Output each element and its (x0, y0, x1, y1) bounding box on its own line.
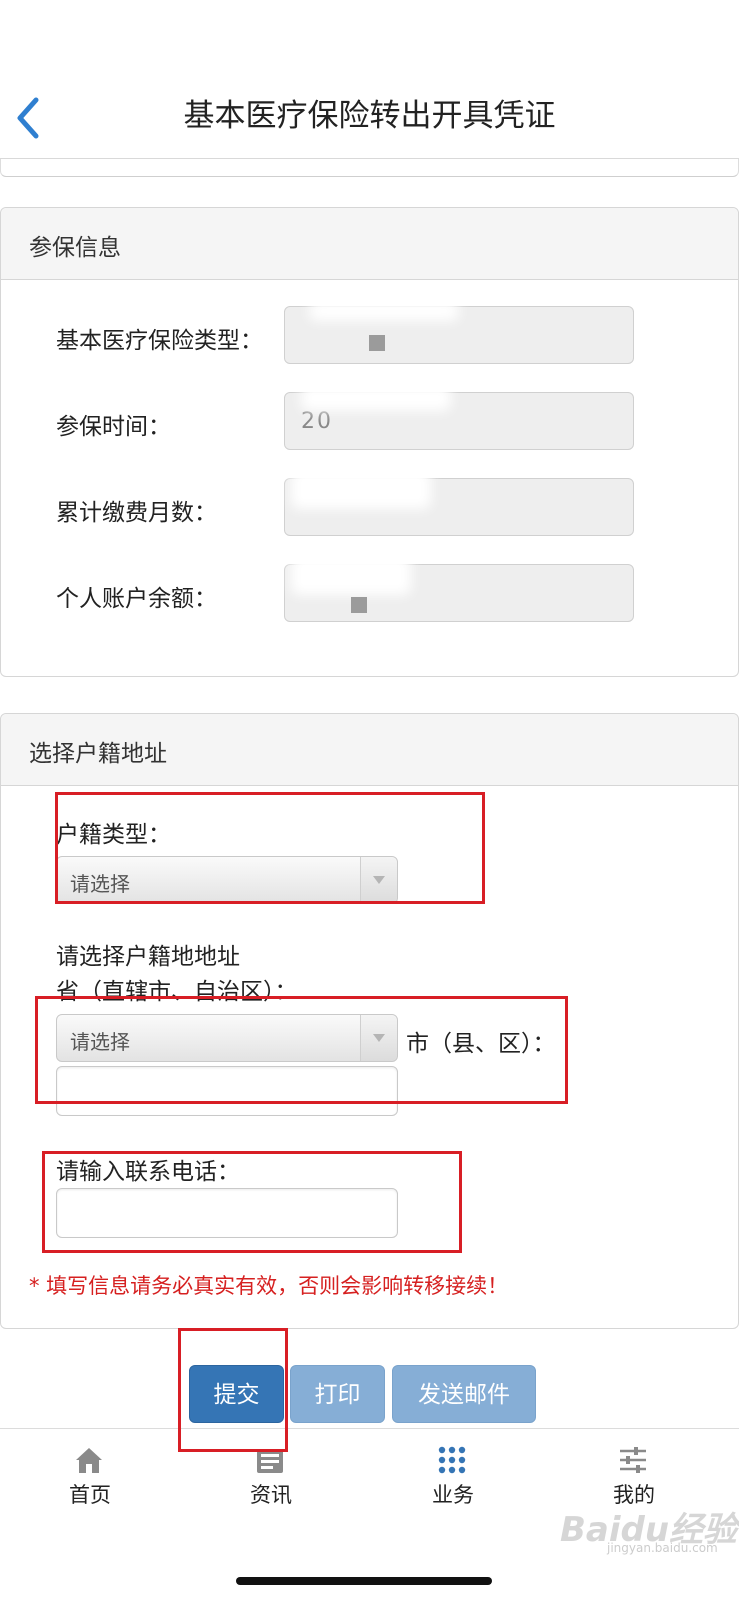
insurance-info-header: 参保信息 (1, 208, 738, 280)
enrollment-time-field: 20 (284, 385, 634, 450)
account-balance-field (284, 555, 634, 622)
tab-business[interactable]: 业务 (383, 1429, 523, 1529)
enrollment-time-value: 20 (301, 409, 333, 434)
insurance-info-title: 参保信息 (29, 235, 121, 261)
tab-news-label: 资讯 (250, 1483, 292, 1507)
insurance-type-label: 基本医疗保险类型： (56, 328, 263, 354)
tab-home-label: 首页 (69, 1483, 111, 1507)
tab-home[interactable]: 首页 (20, 1429, 160, 1529)
highlight-box-hukou-type (55, 792, 485, 904)
settings-sliders-icon (620, 1447, 646, 1473)
home-icon (76, 1448, 102, 1473)
highlight-box-phone (42, 1151, 462, 1253)
insurance-info-card: 参保信息 基本医疗保险类型： 参保时间： 20 累计缴费月数： 个人账户余额： (0, 207, 739, 677)
print-button[interactable]: 打印 (290, 1365, 385, 1423)
warning-text: * 填写信息请务必真实有效，否则会影响转移接续！ (29, 1274, 509, 1298)
hukou-address-header: 选择户籍地址 (1, 714, 738, 786)
hukou-address-title: 选择户籍地址 (29, 741, 167, 767)
send-email-button[interactable]: 发送邮件 (392, 1365, 536, 1423)
address-prompt-label: 请选择户籍地地址 (56, 944, 240, 970)
tab-business-label: 业务 (432, 1483, 474, 1507)
nav-header: 基本医疗保险转出开具凭证 (0, 0, 739, 159)
account-balance-label: 个人账户余额： (56, 586, 217, 612)
grid-icon (438, 1446, 466, 1474)
home-indicator (236, 1577, 492, 1585)
enrollment-time-label: 参保时间： (56, 414, 171, 440)
contribution-months-label: 累计缴费月数： (56, 500, 217, 526)
page-title: 基本医疗保险转出开具凭证 (183, 98, 556, 134)
contribution-months-field (284, 469, 634, 536)
baidu-watermark-url: jingyan.baidu.com (607, 1541, 718, 1555)
previous-card-edge (0, 159, 739, 177)
highlight-box-province-city (35, 996, 568, 1104)
insurance-type-field (284, 301, 634, 364)
highlight-box-submit (178, 1328, 288, 1452)
